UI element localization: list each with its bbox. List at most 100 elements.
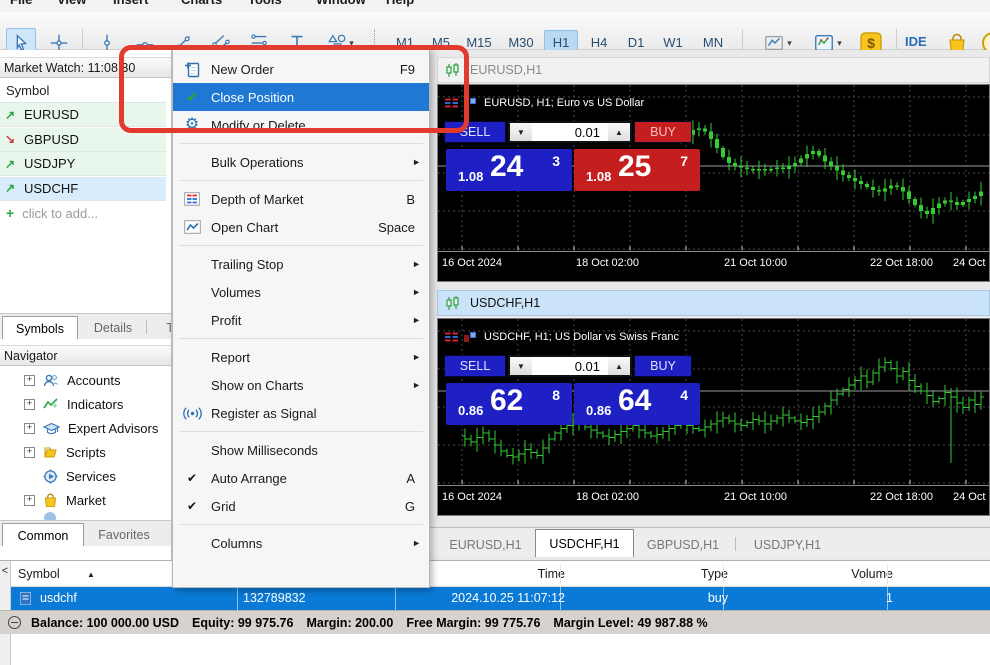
tab-divider <box>735 537 736 551</box>
chart-tab-usdchf-h1[interactable]: USDCHF,H1 <box>535 529 634 557</box>
volume-input[interactable]: 0.01 <box>532 357 608 375</box>
navigator-item-label: Scripts <box>66 445 106 460</box>
menu-item-show-milliseconds[interactable]: Show Milliseconds <box>173 436 429 464</box>
menu-item-show-on-charts[interactable]: Show on Charts► <box>173 371 429 399</box>
navigator-item-market[interactable]: +Market <box>0 488 171 512</box>
buy-button-eurusd[interactable]: BUY <box>634 121 692 143</box>
menu-item-label: Show Milliseconds <box>211 443 318 458</box>
trade-row-selected[interactable]: usdchf1327898322024.10.25 11:07:12buy1 <box>11 587 990 610</box>
submenu-arrow-icon: ► <box>412 380 421 390</box>
menu-help[interactable]: Help <box>386 0 414 7</box>
volume-input[interactable]: 0.01 <box>532 123 608 141</box>
menu-shortcut: Space <box>378 220 415 235</box>
sell-button-eurusd[interactable]: SELL <box>444 121 506 143</box>
new-order-icon <box>181 61 203 78</box>
click-to-add-row[interactable]: +click to add... <box>0 201 166 225</box>
ide-button[interactable]: IDE <box>905 34 927 49</box>
menu-item-auto-arrange[interactable]: ✔Auto ArrangeA <box>173 464 429 492</box>
expand-icon[interactable]: + <box>24 399 35 410</box>
buy-button-usdchf[interactable]: BUY <box>634 355 692 377</box>
submenu-arrow-icon: ► <box>412 315 421 325</box>
market-watch-row-usdjpy[interactable]: ↗USDJPY <box>0 152 166 176</box>
buy-price-panel-usdchf[interactable]: 0.86644 <box>574 383 700 425</box>
menu-item-grid[interactable]: ✔GridG <box>173 492 429 520</box>
column-header-symbol[interactable]: Symbol <box>18 567 60 581</box>
menu-item-report[interactable]: Report► <box>173 343 429 371</box>
navigator-header: Navigator <box>0 345 171 366</box>
expand-icon[interactable]: + <box>24 495 35 506</box>
collapse-chevron[interactable]: < <box>0 565 10 577</box>
menu-window[interactable]: Window <box>316 0 366 7</box>
menu-item-label: Depth of Market <box>211 192 304 207</box>
navigator-item-scripts[interactable]: + Scripts <box>0 440 171 464</box>
menu-item-new-order[interactable]: New OrderF9 <box>173 55 429 83</box>
scripts-icon <box>43 445 58 460</box>
volume-decrease-button[interactable]: ▼ <box>510 123 532 141</box>
menu-item-modify-or-delete[interactable]: ⚙Modify or Delete <box>173 111 429 139</box>
status-segment: Equity: 99 975.76 <box>192 616 293 630</box>
menu-item-register-as-signal[interactable]: Register as Signal <box>173 399 429 427</box>
chart-canvas-eurusd[interactable]: 16 Oct 202418 Oct 02:0021 Oct 10:0022 Oc… <box>437 84 990 282</box>
market-watch-row-gbpusd[interactable]: ↘GBPUSD <box>0 128 166 152</box>
navigator-item-services[interactable]: Services <box>0 464 171 488</box>
sell-price-panel-eurusd[interactable]: 1.08243 <box>446 149 572 191</box>
sell-button-usdchf[interactable]: SELL <box>444 355 506 377</box>
volume-increase-button[interactable]: ▲ <box>608 357 630 375</box>
chart-canvas-usdchf[interactable]: 16 Oct 202418 Oct 02:0021 Oct 10:0022 Oc… <box>437 318 990 516</box>
chart-window-title-eurusd[interactable]: EURUSD,H1 <box>437 57 990 83</box>
menu-insert[interactable]: Insert <box>113 0 148 7</box>
menu-item-open-chart[interactable]: Open ChartSpace <box>173 213 429 241</box>
menu-file[interactable]: File <box>10 0 32 7</box>
trade-table-header: Symbol▲TimeTypeVolume <box>11 560 990 587</box>
column-divider <box>723 565 724 584</box>
time-axis-label: 24 Oct <box>953 491 985 503</box>
expand-icon[interactable]: + <box>24 423 35 434</box>
expand-icon[interactable]: + <box>24 447 35 458</box>
menu-item-volumes[interactable]: Volumes► <box>173 278 429 306</box>
menu-item-label: Bulk Operations <box>211 155 304 170</box>
time-axis-label: 18 Oct 02:00 <box>576 257 639 269</box>
mt5-window: FileViewInsertChartsToolsWindowHelp ▾ <box>0 0 990 665</box>
menu-view[interactable]: View <box>57 0 86 7</box>
tab-favorites[interactable]: Favorites <box>88 523 160 546</box>
volume-decrease-button[interactable]: ▼ <box>510 357 532 375</box>
market-watch-column-header[interactable]: Symbol <box>0 79 166 103</box>
menu-separator <box>173 334 429 343</box>
navigator-item-indicators[interactable]: +Indicators <box>0 392 171 416</box>
navigator-item-accounts[interactable]: +Accounts <box>0 368 171 392</box>
time-axis-label: 24 Oct <box>953 257 985 269</box>
menu-tools[interactable]: Tools <box>248 0 282 7</box>
status-segment: Balance: 100 000.00 USD <box>31 616 179 630</box>
tab-symbols[interactable]: Symbols <box>2 316 78 339</box>
tab-details[interactable]: Details <box>84 316 142 339</box>
chart-window-title-usdchf[interactable]: USDCHF,H1 <box>437 290 990 316</box>
menu-charts[interactable]: Charts <box>181 0 222 7</box>
time-axis-line <box>438 485 989 486</box>
cell-ticket: 132789832 <box>243 591 306 605</box>
menu-item-profit[interactable]: Profit► <box>173 306 429 334</box>
navigator-item-expert-advisors[interactable]: +Expert Advisors <box>0 416 171 440</box>
menu-item-depth-of-market[interactable]: Depth of MarketB <box>173 185 429 213</box>
chart-tab-gbpusd-h1[interactable]: GBPUSD,H1 <box>635 531 731 557</box>
menu-separator <box>173 241 429 250</box>
menu-item-close-position[interactable]: ✔Close Position <box>173 83 429 111</box>
menu-item-columns[interactable]: Columns► <box>173 529 429 557</box>
minus-circle-icon[interactable] <box>8 616 21 629</box>
menu-item-bulk-operations[interactable]: Bulk Operations► <box>173 148 429 176</box>
left-panel: Market Watch: 11:08:30Symbol↗EURUSD↘GBPU… <box>0 50 172 560</box>
tab-tr[interactable]: Tr <box>152 316 171 339</box>
price-digits: 62 <box>490 386 523 416</box>
symbol-name: USDJPY <box>24 156 75 171</box>
tab-common[interactable]: Common <box>2 523 84 546</box>
sell-price-panel-usdchf[interactable]: 0.86628 <box>446 383 572 425</box>
volume-increase-button[interactable]: ▲ <box>608 123 630 141</box>
expand-icon[interactable]: + <box>24 375 35 386</box>
submenu-arrow-icon: ► <box>412 538 421 548</box>
market-watch-row-usdchf[interactable]: ↗USDCHF <box>0 177 166 201</box>
column-divider <box>560 565 561 584</box>
menu-item-trailing-stop[interactable]: Trailing Stop► <box>173 250 429 278</box>
chart-tab-eurusd-h1[interactable]: EURUSD,H1 <box>437 531 534 557</box>
buy-price-panel-eurusd[interactable]: 1.08257 <box>574 149 700 191</box>
chart-tab-usdjpy-h1[interactable]: USDJPY,H1 <box>740 531 835 557</box>
market-watch-row-eurusd[interactable]: ↗EURUSD <box>0 103 166 127</box>
